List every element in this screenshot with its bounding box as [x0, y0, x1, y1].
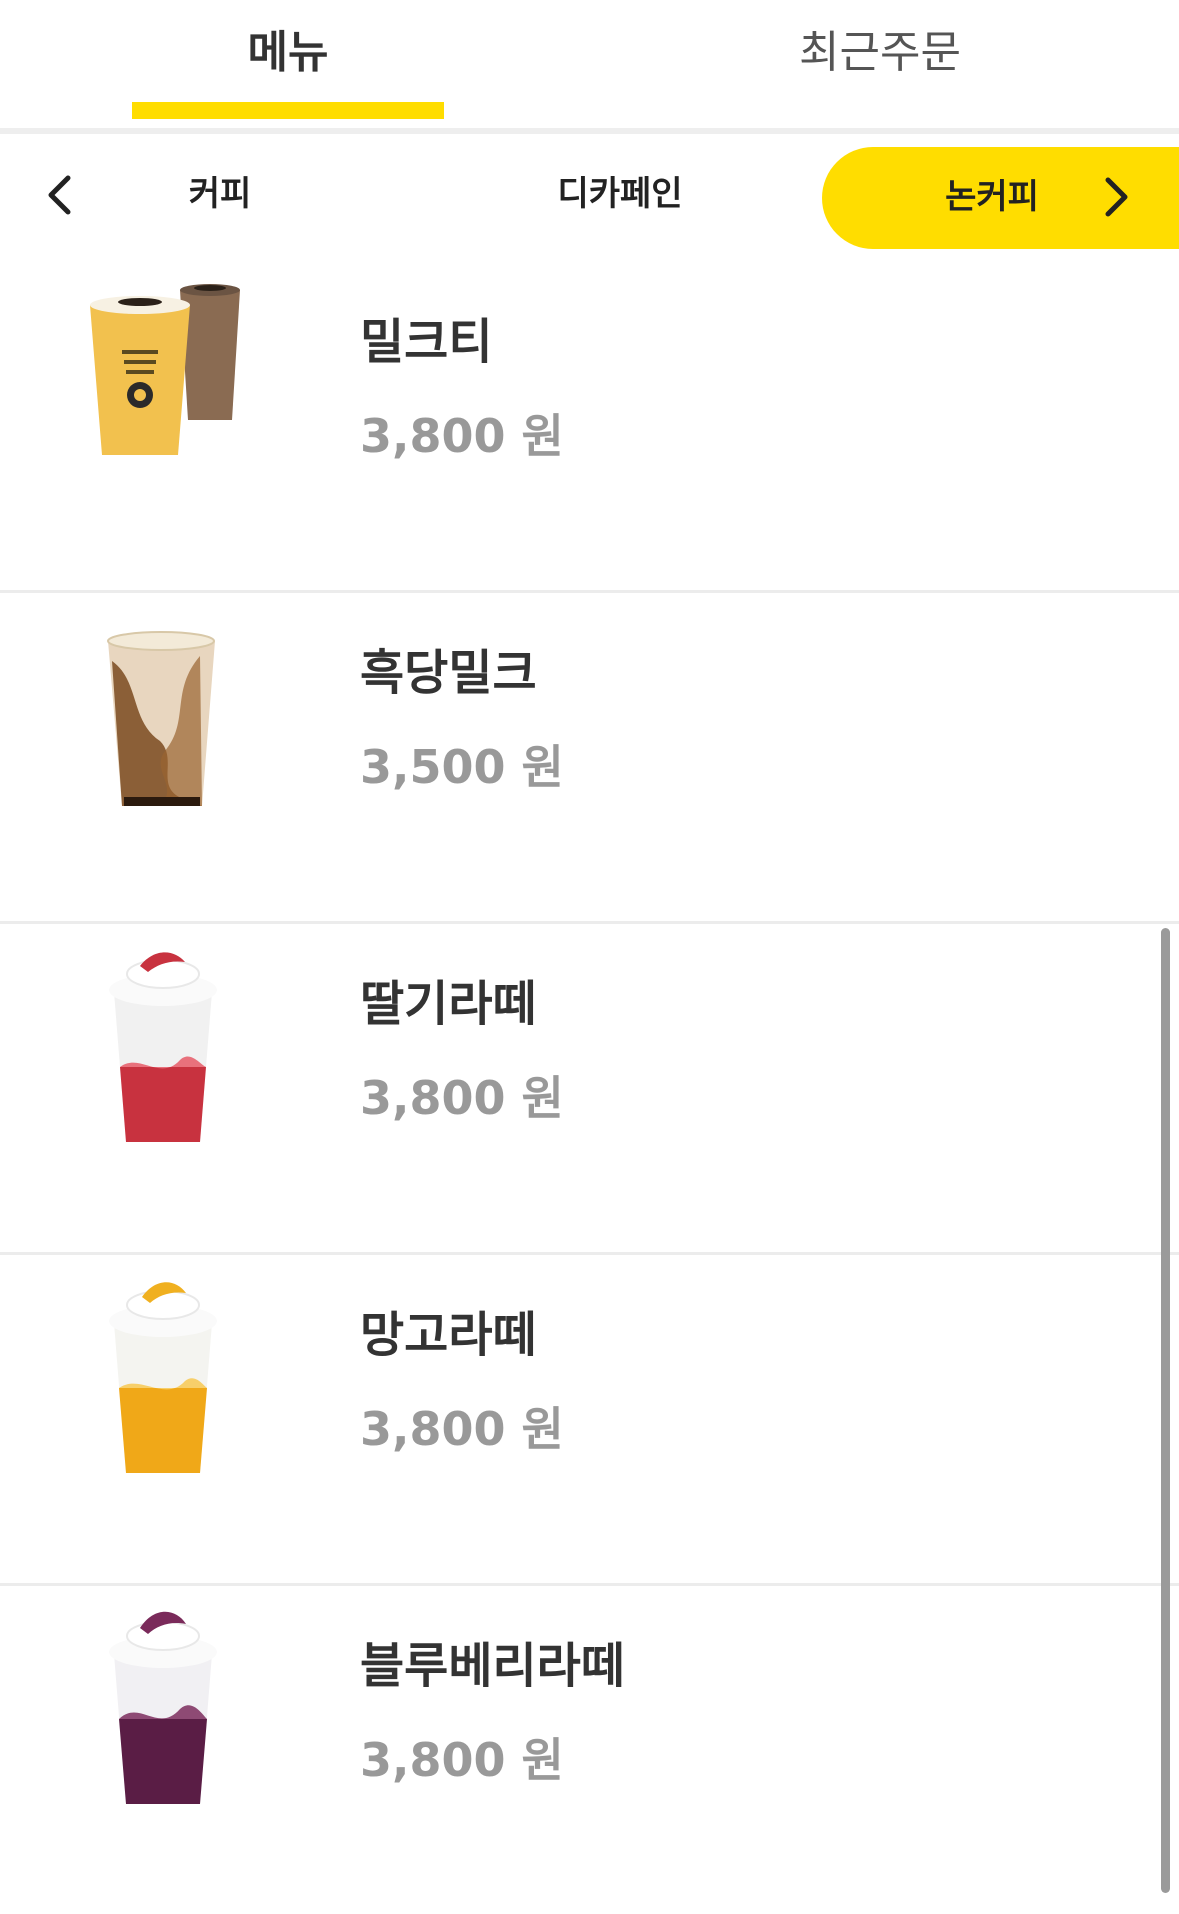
- menu-list: 밀크티 3,800 원 흑당밀크 3,500 원 딸기라떼 3,800 원 망고…: [0, 262, 1179, 1914]
- milk-tea-image: [40, 270, 310, 510]
- item-price: 3,800 원: [360, 1733, 564, 1787]
- item-name: 딸기라떼: [360, 976, 537, 1032]
- category-bar: 커피 디카페인 논커피: [0, 140, 1179, 255]
- category-non-coffee-label: 논커피: [945, 177, 1039, 217]
- item-price: 3,500 원: [360, 740, 564, 794]
- item-name: 밀크티: [360, 314, 493, 370]
- item-price: 3,800 원: [360, 1402, 564, 1456]
- menu-item-blueberry-latte[interactable]: 블루베리라떼 3,800 원: [0, 1586, 1179, 1914]
- brown-sugar-milk-image: [40, 601, 310, 841]
- mango-latte-image: [40, 1263, 310, 1503]
- active-tab-indicator: [132, 102, 444, 119]
- category-decaf[interactable]: 디카페인: [540, 164, 700, 224]
- item-name: 망고라떼: [360, 1307, 537, 1363]
- item-name: 블루베리라떼: [360, 1638, 625, 1694]
- vertical-scrollbar[interactable]: [1161, 928, 1170, 1893]
- tab-recent-orders[interactable]: 최근주문: [720, 18, 1040, 88]
- menu-item-milk-tea[interactable]: 밀크티 3,800 원: [0, 262, 1179, 593]
- chevron-left-icon[interactable]: [36, 170, 86, 220]
- item-price: 3,800 원: [360, 1071, 564, 1125]
- blueberry-latte-image: [40, 1594, 310, 1834]
- menu-item-mango-latte[interactable]: 망고라떼 3,800 원: [0, 1255, 1179, 1586]
- item-price: 3,800 원: [360, 409, 564, 463]
- item-name: 흑당밀크: [360, 645, 537, 701]
- menu-item-brown-sugar-milk[interactable]: 흑당밀크 3,500 원: [0, 593, 1179, 924]
- tab-menu[interactable]: 메뉴: [132, 18, 444, 88]
- chevron-right-icon[interactable]: [1090, 172, 1140, 222]
- top-tab-bar: 메뉴 최근주문: [0, 0, 1179, 134]
- menu-item-strawberry-latte[interactable]: 딸기라떼 3,800 원: [0, 924, 1179, 1255]
- strawberry-latte-image: [40, 932, 310, 1172]
- category-coffee[interactable]: 커피: [160, 164, 280, 224]
- category-non-coffee[interactable]: 논커피: [822, 147, 1179, 249]
